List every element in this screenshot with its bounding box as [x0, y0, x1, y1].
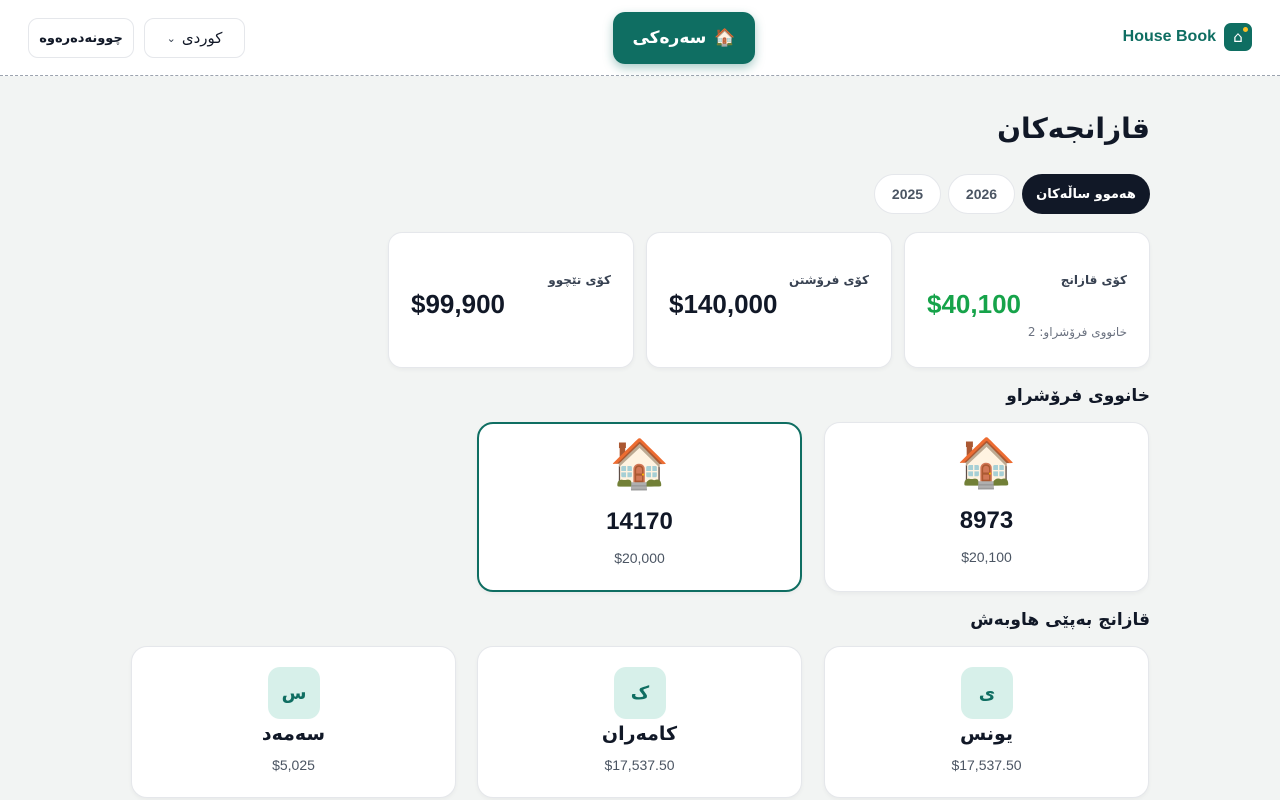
avatar: س [268, 667, 320, 719]
section-title-sold-houses: خانووی فرۆشراو [1006, 386, 1150, 406]
house-number: 14170 [606, 508, 673, 535]
house-card[interactable]: 🏠 14170 $20,000 [477, 422, 802, 592]
stat-card-total-sales: کۆی فرۆشتن $140,000 [646, 232, 892, 368]
house-icon: ⌂ [1224, 23, 1252, 51]
partner-name: سەمەد [261, 723, 326, 745]
house-profit: $20,000 [614, 550, 665, 566]
stat-label: کۆی تێچوو [548, 273, 611, 287]
partner-card: س سەمەد $5,025 [131, 646, 456, 798]
stat-value: $99,900 [411, 289, 505, 319]
partner-card: ی یونس $17,537.50 [824, 646, 1149, 798]
house-profit: $20,100 [961, 549, 1012, 565]
language-select-value: کوردی [181, 29, 223, 47]
stat-value: $40,100 [927, 289, 1021, 319]
avatar: ک [614, 667, 666, 719]
partner-amount: $17,537.50 [604, 757, 675, 773]
year-filter-2026[interactable]: 2026 [948, 174, 1015, 214]
house-icon: 🏠 [609, 436, 670, 492]
partner-amount: $5,025 [272, 757, 315, 773]
brand-name: House Book [1122, 28, 1216, 45]
stat-subtext: خانووی فرۆشراو: 2 [1027, 325, 1127, 339]
stat-label: کۆی فرۆشتن [789, 273, 869, 287]
page-title: قازانجەکان [997, 112, 1150, 145]
avatar: ی [961, 667, 1013, 719]
logout-button[interactable]: چوونەدەرەوە [28, 18, 134, 58]
year-filter-2025[interactable]: 2025 [874, 174, 941, 214]
language-select[interactable]: ⌄ کوردی [144, 18, 245, 58]
stat-card-total-profit: کۆی قازانج $40,100 خانووی فرۆشراو: 2 [904, 232, 1150, 368]
chevron-down-icon: ⌄ [166, 31, 176, 45]
partner-name: یونس [959, 723, 1014, 745]
stat-value: $140,000 [669, 289, 778, 319]
section-title-partner-profit: قازانج بەپێی هاوبەش [970, 610, 1150, 630]
top-bar: چوونەدەرەوە ⌄ کوردی سەرەکی 🏠 ⌂ House Boo… [0, 0, 1280, 76]
partner-amount: $17,537.50 [951, 757, 1022, 773]
partner-card: ک کامەران $17,537.50 [477, 646, 802, 798]
house-icon: 🏠 [956, 435, 1017, 491]
stat-label: کۆی قازانج [1060, 273, 1127, 287]
stat-card-total-cost: کۆی تێچوو $99,900 [388, 232, 634, 368]
house-card[interactable]: 🏠 8973 $20,100 [824, 422, 1149, 592]
partner-name: کامەران [601, 723, 678, 745]
brand[interactable]: ⌂ House Book [1123, 22, 1252, 52]
year-filter-all[interactable]: هەموو ساڵەکان [1022, 174, 1150, 214]
home-button[interactable]: سەرەکی 🏠 [613, 12, 755, 64]
home-button-label: سەرەکی [632, 28, 707, 48]
house-number: 8973 [959, 507, 1014, 534]
house-icon: 🏠 [714, 28, 736, 48]
